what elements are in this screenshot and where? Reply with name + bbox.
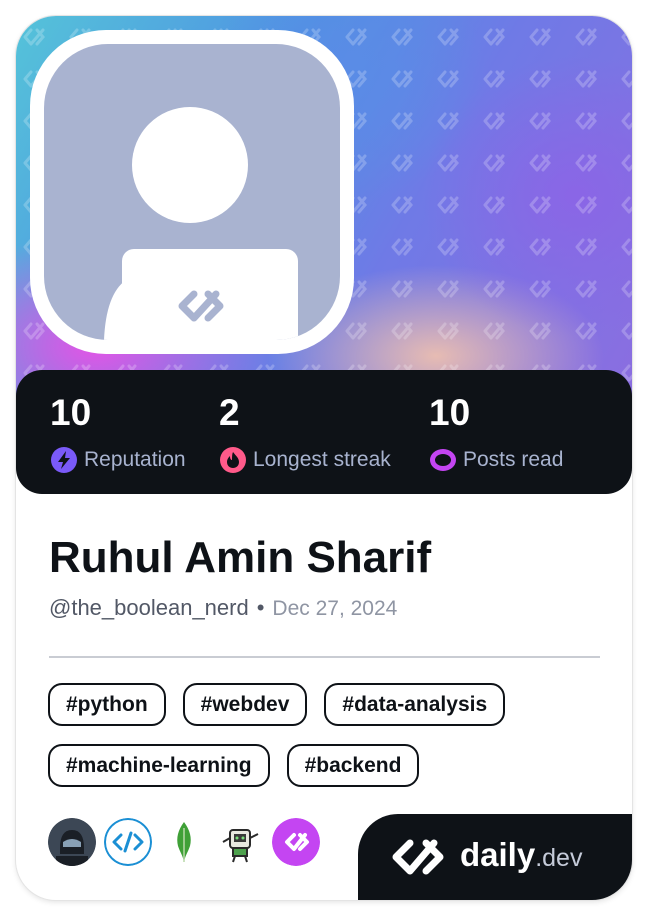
stat-value: 10 [50, 392, 92, 433]
mongodb-leaf-icon[interactable] [160, 818, 208, 866]
stat-value: 10 [429, 392, 471, 433]
stats-bar: 10 Reputation 2 Longest streak 10 Posts … [16, 370, 632, 494]
daily-dev-icon[interactable] [272, 818, 320, 866]
bolt-icon [51, 447, 77, 473]
username[interactable]: @the_boolean_nerd [49, 595, 249, 621]
stat-value: 2 [219, 392, 240, 433]
tag-webdev[interactable]: #webdev [182, 683, 308, 726]
stat-posts-read: 10 Posts read [429, 392, 563, 474]
tag-row: #python #webdev #data-analysis [48, 683, 608, 726]
tag-data-analysis[interactable]: #data-analysis [324, 683, 506, 726]
robot-icon[interactable] [216, 818, 264, 866]
tag-list: #python #webdev #data-analysis #machine-… [48, 683, 608, 805]
tag-row: #machine-learning #backend [48, 744, 608, 787]
code-icon[interactable] [104, 818, 152, 866]
tag-python[interactable]: #python [48, 683, 166, 726]
divider [49, 656, 600, 658]
flame-icon [220, 447, 246, 473]
avatar[interactable] [44, 44, 340, 340]
cover-background [16, 16, 632, 416]
brand-wordmark: daily.dev [460, 836, 582, 874]
brand-dev: .dev [535, 844, 583, 872]
tag-machine-learning[interactable]: #machine-learning [48, 744, 270, 787]
brand-badge: daily.dev [358, 814, 632, 900]
stat-label: Reputation [84, 448, 186, 471]
handle-row: @the_boolean_nerd • Dec 27, 2024 [49, 595, 397, 621]
stat-label: Posts read [463, 448, 564, 471]
profile-card: 10 Reputation 2 Longest streak 10 Posts … [16, 16, 632, 900]
daily-dev-logo-icon [392, 839, 444, 875]
separator-dot: • [256, 595, 265, 620]
helmet-avatar-icon[interactable] [48, 818, 96, 866]
avatar-frame [30, 30, 354, 354]
brand-daily: daily [460, 836, 536, 873]
stat-longest-streak: 2 Longest streak [219, 392, 391, 474]
stack-icons [48, 818, 328, 866]
eye-icon [430, 449, 456, 471]
joined-date: Dec 27, 2024 [272, 597, 398, 620]
profile-name: Ruhul Amin Sharif [49, 533, 432, 582]
tag-backend[interactable]: #backend [286, 744, 420, 787]
default-avatar-icon [104, 107, 298, 340]
stat-label: Longest streak [253, 448, 391, 471]
stat-reputation: 10 Reputation [50, 392, 186, 474]
